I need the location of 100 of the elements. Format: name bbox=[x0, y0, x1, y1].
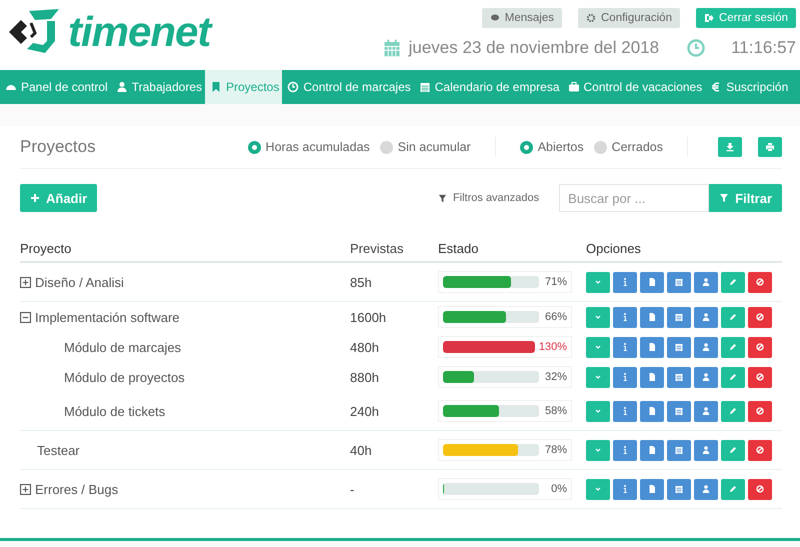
project-name: Diseño / Analisi bbox=[35, 274, 124, 290]
info-button[interactable] bbox=[613, 366, 637, 388]
nav-tab[interactable]: Control de vacaciones bbox=[562, 70, 706, 104]
document-button[interactable] bbox=[640, 478, 664, 500]
ban-icon bbox=[755, 444, 765, 454]
expand-button[interactable] bbox=[586, 400, 610, 422]
document-icon bbox=[647, 406, 657, 416]
edit-button[interactable] bbox=[721, 366, 745, 388]
user-button[interactable] bbox=[694, 336, 718, 358]
user-button[interactable] bbox=[694, 440, 718, 460]
calendar-icon bbox=[674, 342, 684, 352]
user-button[interactable] bbox=[694, 478, 718, 500]
calendar-button[interactable] bbox=[667, 336, 691, 358]
calendar-button[interactable] bbox=[667, 306, 691, 328]
document-icon bbox=[647, 372, 657, 382]
calendar-button[interactable] bbox=[667, 272, 691, 292]
edit-button[interactable] bbox=[721, 440, 745, 460]
delete-button[interactable] bbox=[748, 366, 772, 388]
expand-button[interactable] bbox=[586, 306, 610, 328]
delete-button[interactable] bbox=[748, 272, 772, 292]
document-button[interactable] bbox=[640, 272, 664, 292]
ban-icon bbox=[755, 342, 765, 352]
edit-button[interactable] bbox=[721, 306, 745, 328]
download-button[interactable] bbox=[718, 137, 742, 157]
calendar-icon bbox=[674, 276, 684, 286]
document-button[interactable] bbox=[640, 336, 664, 358]
messages-button[interactable]: Mensajes bbox=[482, 8, 562, 28]
add-button[interactable]: Añadir bbox=[20, 184, 98, 212]
exit-icon bbox=[704, 13, 714, 23]
document-button[interactable] bbox=[640, 400, 664, 422]
project-name: Módulo de tickets bbox=[64, 404, 166, 418]
edit-button[interactable] bbox=[721, 400, 745, 422]
radio-button[interactable] bbox=[594, 140, 607, 154]
user-button[interactable] bbox=[694, 366, 718, 388]
expand-icon[interactable] bbox=[20, 484, 31, 494]
radio-button[interactable] bbox=[380, 140, 393, 154]
info-button[interactable] bbox=[613, 336, 637, 358]
calendar-button[interactable] bbox=[667, 366, 691, 388]
nav-tab[interactable]: Control de marcajes bbox=[282, 70, 414, 104]
user-button[interactable] bbox=[694, 306, 718, 328]
collapse-icon[interactable] bbox=[20, 312, 31, 322]
expand-button[interactable] bbox=[586, 366, 610, 388]
info-button[interactable] bbox=[613, 306, 637, 328]
nav-tab[interactable]: Proyectos bbox=[205, 70, 282, 104]
calendar-button[interactable] bbox=[667, 440, 691, 460]
calendar-button[interactable] bbox=[667, 478, 691, 500]
edit-button[interactable] bbox=[721, 336, 745, 358]
nav-tab[interactable]: Suscripción bbox=[705, 70, 792, 104]
expand-icon[interactable] bbox=[20, 276, 31, 288]
info-button[interactable] bbox=[613, 440, 637, 460]
delete-button[interactable] bbox=[748, 478, 772, 500]
document-button[interactable] bbox=[640, 440, 664, 460]
pencil-icon bbox=[728, 406, 738, 416]
info-button[interactable] bbox=[613, 400, 637, 422]
info-button[interactable] bbox=[613, 478, 637, 500]
expand-button[interactable] bbox=[586, 440, 610, 460]
logo-text: timenet bbox=[68, 8, 210, 56]
document-icon bbox=[647, 276, 657, 286]
expand-button[interactable] bbox=[586, 478, 610, 500]
calendar-button[interactable] bbox=[667, 400, 691, 422]
radio-option[interactable]: Cerrados bbox=[594, 140, 663, 154]
settings-button[interactable]: Configuración bbox=[578, 8, 680, 28]
delete-button[interactable] bbox=[748, 306, 772, 328]
delete-button[interactable] bbox=[748, 336, 772, 358]
delete-button[interactable] bbox=[748, 400, 772, 422]
gear-icon bbox=[586, 13, 596, 23]
pencil-icon bbox=[728, 276, 738, 286]
nav-tab[interactable]: Calendario de empresa bbox=[414, 70, 562, 104]
expand-button[interactable] bbox=[586, 272, 610, 292]
radio-option[interactable]: Horas acumuladas bbox=[248, 140, 370, 154]
nav-tab[interactable]: Trabajadores bbox=[110, 70, 205, 104]
planned-hours: 1600h bbox=[350, 310, 388, 324]
project-name: Testear bbox=[36, 442, 80, 458]
ban-icon bbox=[755, 406, 765, 416]
document-button[interactable] bbox=[640, 366, 664, 388]
edit-button[interactable] bbox=[721, 272, 745, 292]
logout-button[interactable]: Cerrar sesión bbox=[696, 8, 796, 28]
search-field[interactable]: Buscar por ... bbox=[559, 184, 710, 212]
user-icon bbox=[701, 406, 711, 416]
print-button[interactable] bbox=[758, 137, 782, 157]
radio-button[interactable] bbox=[520, 140, 533, 154]
radio-option[interactable]: Sin acumular bbox=[380, 140, 471, 154]
radio-option[interactable]: Abiertos bbox=[520, 140, 584, 154]
radio-button[interactable] bbox=[248, 140, 261, 154]
delete-button[interactable] bbox=[748, 440, 772, 460]
edit-button[interactable] bbox=[721, 478, 745, 500]
info-button[interactable] bbox=[613, 272, 637, 292]
user-icon bbox=[701, 444, 711, 454]
user-button[interactable] bbox=[694, 272, 718, 292]
user-icon bbox=[701, 372, 711, 382]
expand-button[interactable] bbox=[586, 336, 610, 358]
nav-tab[interactable]: Panel de control bbox=[0, 70, 111, 104]
filter-button[interactable]: Filtrar bbox=[709, 184, 782, 212]
download-icon bbox=[724, 142, 736, 152]
pencil-icon bbox=[728, 312, 738, 322]
project-name: Implementación software bbox=[35, 310, 180, 324]
user-button[interactable] bbox=[694, 400, 718, 422]
advanced-filters-link[interactable]: Filtros avanzados bbox=[438, 192, 540, 204]
clock-icon bbox=[287, 81, 300, 93]
document-button[interactable] bbox=[640, 306, 664, 328]
